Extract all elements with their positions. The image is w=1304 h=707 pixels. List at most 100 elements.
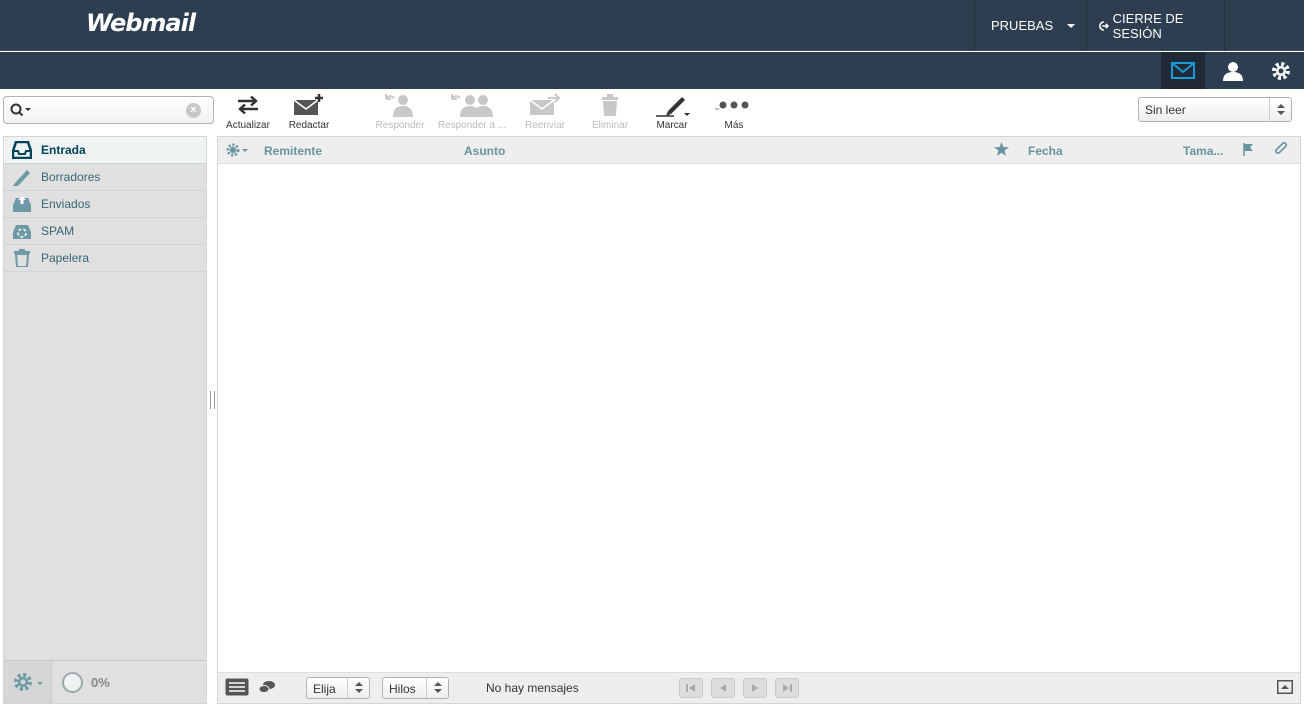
quota-value: 0%: [91, 674, 110, 690]
threads-dropdown[interactable]: Hilos: [382, 677, 449, 699]
column-attachment[interactable]: [1274, 141, 1288, 159]
quota-indicator: 0%: [52, 661, 110, 703]
select-label: Elija: [313, 682, 336, 696]
forward-button[interactable]: Reenviar: [518, 90, 572, 134]
search-input[interactable]: [38, 101, 178, 119]
user-name: PRUEBAS: [991, 18, 1054, 33]
logout-label: CIERRE DE SESIÓN: [1112, 10, 1184, 41]
delete-label: Eliminar: [591, 120, 629, 131]
compose-label: Redactar: [288, 120, 330, 131]
next-page-button[interactable]: [743, 678, 767, 698]
gear-icon: [226, 143, 248, 157]
more-button[interactable]: Más: [712, 90, 756, 134]
refresh-icon: [238, 95, 258, 115]
threads-toggle-button[interactable]: [258, 680, 276, 697]
message-count: No hay mensajes: [486, 681, 579, 695]
compose-icon: [293, 94, 323, 115]
preview-pane-icon: [1277, 680, 1293, 694]
pencil-icon: [12, 168, 32, 186]
folder-item-spam[interactable]: SPAM: [4, 218, 206, 245]
app-logo[interactable]: Webmail: [86, 9, 196, 37]
select-arrows-icon: [347, 678, 369, 698]
paperclip-icon: [1275, 141, 1288, 154]
user-menu[interactable]: PRUEBAS: [974, 0, 1086, 51]
refresh-label: Actualizar: [226, 120, 270, 131]
column-subject[interactable]: Asunto: [464, 144, 505, 158]
folder-item-inbox[interactable]: Entrada: [4, 137, 206, 164]
sent-icon: [12, 195, 32, 213]
threads-icon: [258, 681, 275, 693]
folder-item-trash[interactable]: Papelera: [4, 245, 206, 272]
clear-search-icon[interactable]: ×: [186, 103, 201, 118]
list-view-button[interactable]: [225, 678, 249, 699]
top-nav: PRUEBAS CIERRE DE SESIÓN: [974, 0, 1304, 51]
folder-label: Papelera: [41, 251, 90, 265]
select-arrows-icon: [1269, 98, 1291, 121]
folder-item-drafts[interactable]: Borradores: [4, 164, 206, 191]
settings-task-button[interactable]: [1259, 52, 1303, 89]
folder-label: Enviados: [41, 197, 91, 211]
more-label: Más: [724, 120, 744, 131]
select-arrows-icon: [426, 678, 448, 698]
panel-splitter[interactable]: [210, 391, 215, 409]
refresh-button[interactable]: Actualizar: [222, 90, 274, 134]
list-header: Remitente Asunto Fecha Tama...: [218, 137, 1300, 164]
marker-icon: [656, 97, 690, 117]
column-sender[interactable]: Remitente: [264, 144, 322, 158]
star-icon: [994, 142, 1009, 156]
last-page-button[interactable]: [775, 678, 799, 698]
contacts-icon: [1223, 61, 1243, 81]
last-page-icon: [783, 684, 792, 692]
folder-panel: Entrada Borradores Enviados SPAM Papeler…: [3, 136, 207, 704]
message-list: Remitente Asunto Fecha Tama... Elija Hil…: [217, 136, 1301, 704]
select-dropdown[interactable]: Elija: [306, 677, 370, 699]
folder-panel-footer: 0%: [4, 660, 206, 703]
folder-label: Borradores: [41, 170, 101, 184]
mail-task-button[interactable]: [1161, 52, 1205, 89]
top-header: Webmail PRUEBAS CIERRE DE SESIÓN: [0, 0, 1304, 51]
column-flagged[interactable]: [994, 142, 1009, 160]
column-flag[interactable]: [1243, 143, 1255, 159]
previous-page-icon: [720, 684, 726, 692]
mark-button[interactable]: Marcar: [648, 90, 696, 134]
filter-select[interactable]: Sin leer: [1138, 97, 1292, 122]
header-spacer: [1224, 0, 1304, 51]
reply-all-icon: [451, 94, 493, 117]
toggle-preview-button[interactable]: [1277, 680, 1293, 697]
task-bar: [0, 52, 1304, 89]
forward-label: Reenviar: [524, 120, 566, 131]
next-page-icon: [752, 684, 758, 692]
folder-settings-button[interactable]: [4, 661, 52, 703]
reply-all-label: Responder a ...: [437, 120, 507, 131]
trash-icon: [12, 249, 32, 267]
more-icon: [719, 101, 749, 109]
list-footer: Elija Hilos No hay mensajes: [218, 672, 1300, 703]
chevron-down-icon: [1067, 23, 1076, 28]
folder-label: SPAM: [41, 224, 75, 238]
mail-icon: [1171, 62, 1195, 79]
list-icon: [225, 678, 249, 696]
first-page-button[interactable]: [679, 678, 703, 698]
first-page-icon: [686, 684, 695, 692]
logout-button[interactable]: CIERRE DE SESIÓN: [1086, 0, 1224, 51]
contacts-task-button[interactable]: [1211, 52, 1255, 89]
gear-icon: [1272, 61, 1290, 80]
gear-icon: [13, 673, 43, 691]
delete-button[interactable]: Eliminar: [586, 90, 634, 134]
reply-button[interactable]: Responder: [372, 90, 428, 134]
folder-label: Entrada: [41, 143, 86, 157]
forward-icon: [529, 93, 561, 115]
search-icon[interactable]: [10, 103, 32, 117]
folder-item-sent[interactable]: Enviados: [4, 191, 206, 218]
search-box: ×: [3, 96, 214, 124]
trash-icon: [602, 94, 618, 116]
mark-label: Marcar: [656, 120, 688, 131]
list-options-button[interactable]: [226, 143, 250, 160]
reply-all-button[interactable]: Responder a ...: [434, 90, 720, 134]
column-date[interactable]: Fecha: [1028, 144, 1063, 158]
threads-label: Hilos: [389, 682, 416, 696]
compose-button[interactable]: Redactar: [284, 90, 334, 134]
quota-pie-icon: [62, 671, 83, 693]
column-size[interactable]: Tama...: [1183, 144, 1223, 158]
previous-page-button[interactable]: [711, 678, 735, 698]
